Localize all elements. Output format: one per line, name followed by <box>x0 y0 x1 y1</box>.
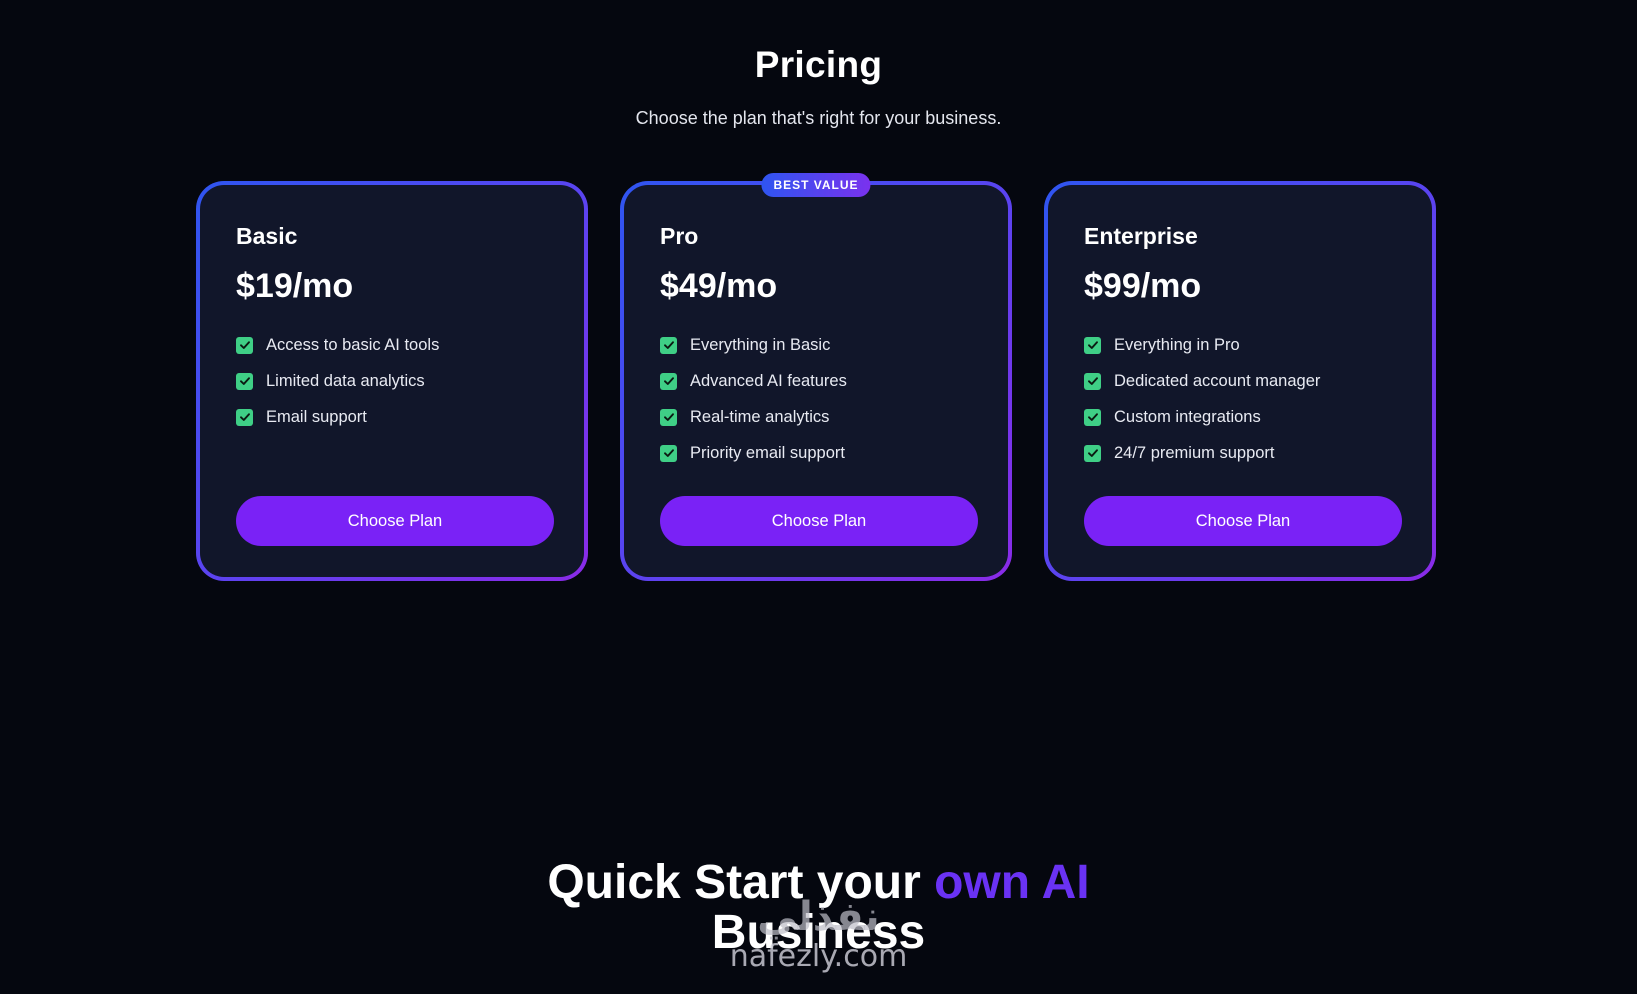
check-square-icon <box>1084 336 1101 354</box>
quick-start-line-2: Business <box>711 906 926 959</box>
choose-plan-button-basic[interactable]: Choose Plan <box>236 496 554 546</box>
quick-start-accent: own AI <box>934 856 1090 909</box>
page: Pricing Choose the plan that's right for… <box>0 0 1637 994</box>
feature-label: Access to basic AI tools <box>266 335 440 354</box>
check-square-icon <box>236 408 253 426</box>
feature-item: 24/7 premium support <box>1084 435 1320 471</box>
feature-label: Dedicated account manager <box>1114 371 1321 390</box>
feature-item: Real-time analytics <box>660 399 847 435</box>
plan-price: $49/mo <box>660 267 778 305</box>
feature-label: Real-time analytics <box>690 407 830 426</box>
plan-name: Enterprise <box>1084 223 1198 249</box>
feature-list: Everything in Basic Advanced AI features… <box>660 327 847 471</box>
feature-item: Everything in Basic <box>660 327 847 363</box>
plan-name: Basic <box>236 223 298 249</box>
feature-item: Custom integrations <box>1084 399 1320 435</box>
plan-name: Pro <box>660 223 699 249</box>
feature-item: Dedicated account manager <box>1084 363 1320 399</box>
feature-label: Limited data analytics <box>266 371 425 390</box>
quick-start-prefix: Quick Start your <box>547 856 935 909</box>
quick-start-heading: Quick Start your own AI Business <box>0 858 1637 958</box>
quick-start-line-1: Quick Start your own AI <box>0 858 1637 908</box>
feature-item: Priority email support <box>660 435 847 471</box>
feature-label: Everything in Basic <box>690 335 831 354</box>
plan-price: $19/mo <box>236 267 354 305</box>
feature-label: Custom integrations <box>1114 407 1261 426</box>
check-square-icon <box>236 372 253 390</box>
plan-card-basic: Basic $19/mo Access to basic AI tools Li… <box>196 181 588 581</box>
check-square-icon <box>1084 408 1101 426</box>
check-square-icon <box>660 336 677 354</box>
plan-price: $99/mo <box>1084 267 1202 305</box>
feature-label: Email support <box>266 407 367 426</box>
pricing-title: Pricing <box>754 44 883 85</box>
feature-label: Priority email support <box>690 443 845 462</box>
feature-label: Everything in Pro <box>1114 335 1240 354</box>
feature-label: 24/7 premium support <box>1114 443 1275 462</box>
plan-card-enterprise: Enterprise $99/mo Everything in Pro Dedi… <box>1044 181 1436 581</box>
feature-item: Access to basic AI tools <box>236 327 439 363</box>
plan-card-body: Pro $49/mo Everything in Basic Advanced … <box>624 185 1008 577</box>
plan-card-body: Enterprise $99/mo Everything in Pro Dedi… <box>1048 185 1432 577</box>
check-square-icon <box>1084 372 1101 390</box>
feature-list: Everything in Pro Dedicated account mana… <box>1084 327 1320 471</box>
feature-item: Advanced AI features <box>660 363 847 399</box>
feature-item: Everything in Pro <box>1084 327 1320 363</box>
check-square-icon <box>1084 444 1101 462</box>
check-square-icon <box>660 372 677 390</box>
check-square-icon <box>236 336 253 354</box>
plan-card-body: Basic $19/mo Access to basic AI tools Li… <box>200 185 584 577</box>
plan-card-pro: BEST VALUE Pro $49/mo Everything in Basi… <box>620 173 1012 581</box>
feature-label: Advanced AI features <box>690 371 847 390</box>
feature-list: Access to basic AI tools Limited data an… <box>236 327 439 435</box>
best-value-badge: BEST VALUE <box>761 173 871 197</box>
check-square-icon <box>660 444 677 462</box>
choose-plan-button-enterprise[interactable]: Choose Plan <box>1084 496 1402 546</box>
choose-plan-button-pro[interactable]: Choose Plan <box>660 496 978 546</box>
check-square-icon <box>660 408 677 426</box>
pricing-subtitle: Choose the plan that's right for your bu… <box>635 108 1002 128</box>
feature-item: Email support <box>236 399 439 435</box>
feature-item: Limited data analytics <box>236 363 439 399</box>
